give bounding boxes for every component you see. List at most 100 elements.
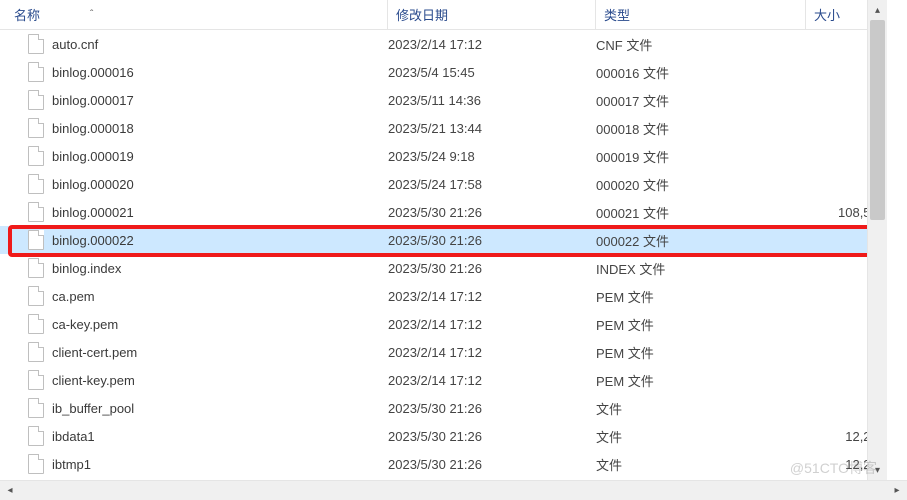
cell-type: 000018 文件 xyxy=(596,119,806,138)
cell-name: auto.cnf xyxy=(0,34,388,54)
file-name: ib_buffer_pool xyxy=(52,401,134,416)
cell-name: ibtmp1 xyxy=(0,454,388,474)
file-row[interactable]: binlog.0000222023/5/30 21:26000022 文件1 xyxy=(0,226,887,254)
column-header-row: 名称 ˆ 修改日期 类型 大小 xyxy=(0,0,887,30)
cell-date: 2023/5/30 21:26 xyxy=(388,429,596,444)
file-name: binlog.000022 xyxy=(52,233,134,248)
sort-ascending-icon: ˆ xyxy=(90,9,93,20)
cell-date: 2023/2/14 17:12 xyxy=(388,37,596,52)
vertical-scroll-track[interactable] xyxy=(868,20,887,460)
file-name: ibdata1 xyxy=(52,429,95,444)
cell-date: 2023/5/21 13:44 xyxy=(388,121,596,136)
column-header-name[interactable]: 名称 ˆ xyxy=(0,0,388,29)
cell-date: 2023/5/30 21:26 xyxy=(388,457,596,472)
vertical-scrollbar[interactable]: ▴ ▾ xyxy=(867,0,887,480)
cell-type: PEM 文件 xyxy=(596,287,806,306)
cell-type: 000019 文件 xyxy=(596,147,806,166)
file-name: auto.cnf xyxy=(52,37,98,52)
file-icon xyxy=(28,230,44,250)
cell-name: ca.pem xyxy=(0,286,388,306)
file-row[interactable]: binlog.0000212023/5/30 21:26000021 文件108… xyxy=(0,198,887,226)
file-icon xyxy=(28,118,44,138)
cell-name: client-cert.pem xyxy=(0,342,388,362)
file-name: binlog.000016 xyxy=(52,65,134,80)
cell-name: binlog.index xyxy=(0,258,388,278)
file-row[interactable]: client-cert.pem2023/2/14 17:12PEM 文件2 xyxy=(0,338,887,366)
cell-name: binlog.000019 xyxy=(0,146,388,166)
file-row[interactable]: binlog.0000192023/5/24 9:18000019 文件20 xyxy=(0,142,887,170)
cell-name: client-key.pem xyxy=(0,370,388,390)
cell-date: 2023/2/14 17:12 xyxy=(388,345,596,360)
cell-date: 2023/5/30 21:26 xyxy=(388,205,596,220)
cell-name: binlog.000018 xyxy=(0,118,388,138)
cell-name: ib_buffer_pool xyxy=(0,398,388,418)
file-icon xyxy=(28,342,44,362)
file-icon xyxy=(28,146,44,166)
file-name: binlog.000018 xyxy=(52,121,134,136)
cell-date: 2023/5/30 21:26 xyxy=(388,233,596,248)
cell-type: INDEX 文件 xyxy=(596,259,806,278)
file-name: ibtmp1 xyxy=(52,457,91,472)
file-name: binlog.000019 xyxy=(52,149,134,164)
cell-name: ca-key.pem xyxy=(0,314,388,334)
scroll-right-arrow-icon[interactable]: ▸ xyxy=(887,481,907,500)
cell-name: ibdata1 xyxy=(0,426,388,446)
file-icon xyxy=(28,62,44,82)
cell-date: 2023/2/14 17:12 xyxy=(388,289,596,304)
file-icon xyxy=(28,454,44,474)
cell-date: 2023/5/30 21:26 xyxy=(388,401,596,416)
file-rows: auto.cnf2023/2/14 17:12CNF 文件1binlog.000… xyxy=(0,30,887,478)
file-icon xyxy=(28,426,44,446)
column-header-name-label: 名称 xyxy=(14,5,40,24)
cell-type: 000016 文件 xyxy=(596,63,806,82)
vertical-scroll-thumb[interactable] xyxy=(870,20,885,220)
file-name: binlog.000021 xyxy=(52,205,134,220)
scroll-down-arrow-icon[interactable]: ▾ xyxy=(868,460,887,480)
cell-date: 2023/5/11 14:36 xyxy=(388,93,596,108)
file-name: binlog.000020 xyxy=(52,177,134,192)
file-row[interactable]: ibtmp12023/5/30 21:26文件12,288 xyxy=(0,450,887,478)
file-row[interactable]: binlog.0000162023/5/4 15:45000016 文件10 xyxy=(0,58,887,86)
file-name: binlog.000017 xyxy=(52,93,134,108)
cell-type: 文件 xyxy=(596,427,806,446)
file-icon xyxy=(28,370,44,390)
cell-type: 000020 文件 xyxy=(596,175,806,194)
file-row[interactable]: ib_buffer_pool2023/5/30 21:26文件21 xyxy=(0,394,887,422)
cell-date: 2023/5/24 9:18 xyxy=(388,149,596,164)
file-row[interactable]: ca.pem2023/2/14 17:12PEM 文件2 xyxy=(0,282,887,310)
file-row[interactable]: binlog.index2023/5/30 21:26INDEX 文件1 xyxy=(0,254,887,282)
cell-name: binlog.000022 xyxy=(0,230,388,250)
cell-date: 2023/2/14 17:12 xyxy=(388,317,596,332)
cell-type: CNF 文件 xyxy=(596,35,806,54)
cell-type: PEM 文件 xyxy=(596,343,806,362)
file-icon xyxy=(28,174,44,194)
file-row[interactable]: binlog.0000202023/5/24 17:58000020 文件11 xyxy=(0,170,887,198)
scroll-up-arrow-icon[interactable]: ▴ xyxy=(868,0,887,20)
file-row[interactable]: ca-key.pem2023/2/14 17:12PEM 文件2 xyxy=(0,310,887,338)
cell-name: binlog.000016 xyxy=(0,62,388,82)
cell-name: binlog.000021 xyxy=(0,202,388,222)
file-list-pane: 名称 ˆ 修改日期 类型 大小 auto.cnf2023/2/14 17:12C… xyxy=(0,0,887,480)
cell-name: binlog.000017 xyxy=(0,90,388,110)
column-header-type[interactable]: 类型 xyxy=(596,0,806,29)
column-header-date[interactable]: 修改日期 xyxy=(388,0,596,29)
horizontal-scrollbar[interactable]: ◂ ▸ xyxy=(0,480,907,500)
file-row[interactable]: auto.cnf2023/2/14 17:12CNF 文件1 xyxy=(0,30,887,58)
file-icon xyxy=(28,258,44,278)
scroll-left-arrow-icon[interactable]: ◂ xyxy=(0,481,20,500)
cell-date: 2023/5/4 15:45 xyxy=(388,65,596,80)
file-icon xyxy=(28,314,44,334)
file-name: binlog.index xyxy=(52,261,121,276)
file-row[interactable]: binlog.0000172023/5/11 14:36000017 文件1 xyxy=(0,86,887,114)
cell-date: 2023/2/14 17:12 xyxy=(388,373,596,388)
file-row[interactable]: client-key.pem2023/2/14 17:12PEM 文件2 xyxy=(0,366,887,394)
column-header-date-label: 修改日期 xyxy=(396,5,448,24)
cell-type: PEM 文件 xyxy=(596,315,806,334)
file-icon xyxy=(28,34,44,54)
cell-type: 文件 xyxy=(596,455,806,474)
file-icon xyxy=(28,90,44,110)
cell-type: 000022 文件 xyxy=(596,231,806,250)
cell-date: 2023/5/30 21:26 xyxy=(388,261,596,276)
file-row[interactable]: binlog.0000182023/5/21 13:44000018 文件8 xyxy=(0,114,887,142)
file-row[interactable]: ibdata12023/5/30 21:26文件12,288 xyxy=(0,422,887,450)
